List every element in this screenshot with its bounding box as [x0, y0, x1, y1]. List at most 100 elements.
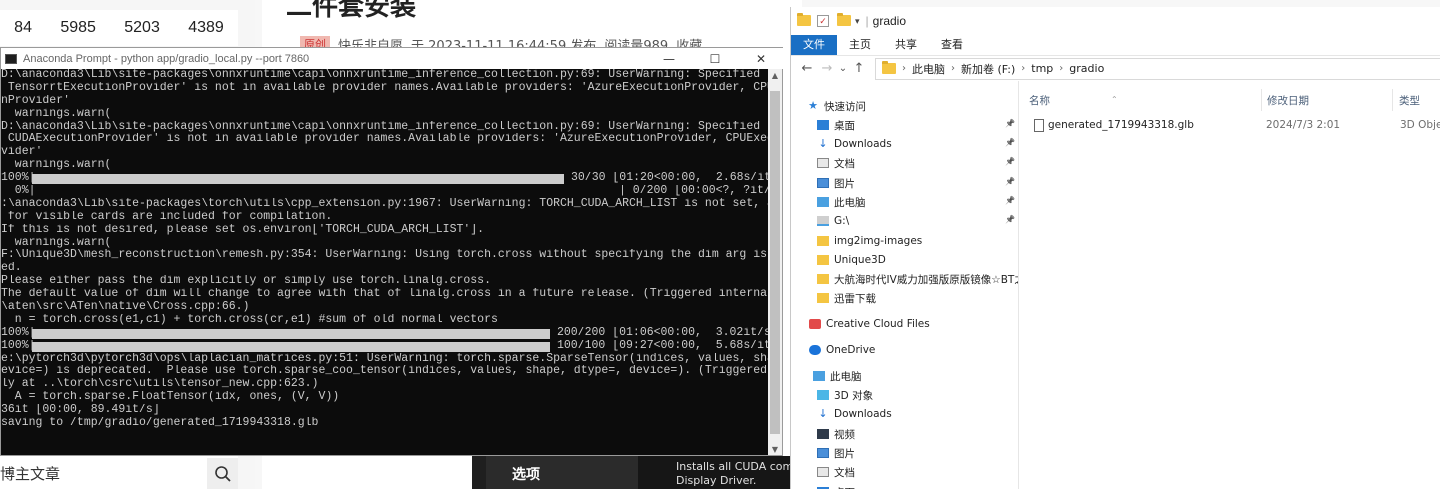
navigation-pane[interactable]: ★ 快速访问桌面 📌 ↓ Downloads 📌 文档 📌 图片 📌 此电脑 📌 G:\ 📌 img2img… — [791, 91, 1018, 489]
breadcrumb-item[interactable]: 此电脑 — [912, 61, 945, 77]
terminal-scrollbar[interactable]: ▲ ▼ — [768, 69, 782, 455]
sidebar-item[interactable]: Unique3D — [817, 251, 886, 269]
tab-view[interactable]: 查看 — [929, 35, 975, 55]
folder-icon — [817, 236, 829, 246]
sidebar-item-label: 迅雷下载 — [834, 292, 876, 305]
breadcrumb-item[interactable]: gradio — [1069, 62, 1104, 75]
terminal-line: :\anaconda3\Lib\site-packages\torch\util… — [1, 197, 769, 210]
terminal-output[interactable]: D:\anaconda3\Lib\site-packages\onnxrunti… — [1, 69, 769, 455]
sidebar-item[interactable]: 桌面 — [817, 116, 855, 134]
quick-access-dropdown-icon[interactable]: ▾ — [855, 16, 860, 27]
sidebar-item[interactable]: 此电脑 — [813, 367, 862, 385]
sidebar-item[interactable]: 迅雷下载 — [817, 289, 876, 307]
chevron-right-icon[interactable]: › — [902, 63, 906, 74]
close-button[interactable]: ✕ — [738, 48, 784, 69]
pin-icon[interactable]: 📌 — [1005, 119, 1015, 128]
terminal-line: 100%| 30/30 [01:20<00:00, 2.68s/it] — [1, 172, 769, 185]
installer-note-line: Display Driver. — [676, 474, 757, 487]
blog-search-label: 博主文章 — [0, 465, 61, 483]
folder-icon — [797, 13, 811, 27]
search-button[interactable] — [207, 458, 238, 489]
file-explorer-window[interactable]: ✓ ▾ | gradio 文件 主页 共享 查看 ← → ⌄ ↑ › 此电脑 ›… — [790, 7, 1440, 489]
scrollbar-thumb[interactable] — [770, 91, 780, 434]
file-list[interactable]: 名称 ⌃ 修改日期 类型 generated_1719943318.glb 20… — [1029, 81, 1440, 489]
column-divider[interactable] — [1261, 89, 1262, 111]
sidebar-item[interactable]: G:\ — [817, 212, 849, 230]
breadcrumb-item[interactable]: 新加卷 (F:) — [961, 61, 1015, 77]
file-name[interactable]: generated_1719943318.glb — [1048, 119, 1194, 131]
properties-icon[interactable]: ✓ — [817, 15, 829, 27]
forward-button[interactable]: → — [817, 61, 837, 76]
sidebar-item[interactable]: 桌面 — [817, 483, 855, 489]
sidebar-item[interactable]: 文档 — [817, 154, 855, 172]
tab-home[interactable]: 主页 — [837, 35, 883, 55]
terminal-titlebar[interactable]: Anaconda Prompt - python app/gradio_loca… — [1, 48, 784, 69]
picture-icon — [817, 448, 829, 458]
explorer-titlebar[interactable]: ✓ ▾ | gradio — [791, 7, 1440, 35]
maximize-button[interactable]: ☐ — [692, 48, 738, 69]
sidebar-item-label: 快速访问 — [824, 100, 866, 113]
minimize-button[interactable]: — — [646, 48, 692, 69]
desktop-icon — [817, 120, 829, 130]
window-controls: — ☐ ✕ — [646, 48, 784, 69]
pin-icon[interactable]: 📌 — [1005, 177, 1015, 186]
sidebar-item-label: Creative Cloud Files — [826, 318, 930, 330]
pin-icon[interactable]: 📌 — [1005, 215, 1015, 224]
terminal-window[interactable]: Anaconda Prompt - python app/gradio_loca… — [0, 47, 784, 456]
tab-share[interactable]: 共享 — [883, 35, 929, 55]
column-header-date[interactable]: 修改日期 — [1267, 93, 1309, 109]
sidebar-item[interactable]: 3D 对象 — [817, 386, 873, 404]
progress-label: 100%| — [1, 339, 36, 352]
file-row[interactable]: generated_1719943318.glb 2024/7/3 2:01 3… — [1029, 115, 1440, 135]
sidebar-item-label: OneDrive — [826, 344, 876, 356]
sidebar-item-label: 桌面 — [834, 119, 855, 132]
pin-icon[interactable]: 📌 — [1005, 196, 1015, 205]
options-tab[interactable]: 选项 — [486, 456, 638, 489]
tab-file[interactable]: 文件 — [791, 35, 837, 55]
sidebar-item[interactable]: 图片 — [817, 174, 855, 192]
sidebar-item[interactable]: ↓ Downloads — [817, 135, 891, 153]
sidebar-item-label: Unique3D — [834, 254, 886, 266]
sidebar-item[interactable]: 图片 — [817, 444, 855, 462]
file-type: 3D Object — [1400, 119, 1440, 131]
3d-objects-icon — [817, 390, 829, 400]
terminal-line: saving to /tmp/gradio/generated_17199433… — [1, 417, 319, 430]
sidebar-item[interactable]: 文档 — [817, 463, 855, 481]
sidebar-item[interactable]: Creative Cloud Files — [809, 315, 930, 333]
sidebar-item-label: 视频 — [834, 428, 855, 441]
sidebar-item[interactable]: 大航海时代IV威力加强版原版镜像☆BT之家 — [817, 270, 1018, 288]
breadcrumb[interactable]: › 此电脑 › 新加卷 (F:) › tmp › gradio — [875, 57, 1440, 80]
column-header-type[interactable]: 类型 — [1399, 93, 1420, 109]
sidebar-item-label: 文档 — [834, 157, 855, 170]
terminal-line: warnings.warn( — [1, 107, 112, 120]
chevron-right-icon[interactable]: › — [1059, 63, 1063, 74]
pc-icon — [817, 197, 829, 207]
terminal-line: F:\Unique3D\mesh_reconstruction\remesh.p… — [1, 249, 769, 262]
terminal-line: \aten\src\ATen\native\Cross.cpp:66.) — [1, 301, 250, 314]
scroll-up-icon[interactable]: ▲ — [768, 69, 782, 81]
sidebar-item-label: 图片 — [834, 177, 855, 190]
back-button[interactable]: ← — [797, 61, 817, 76]
pin-icon[interactable]: 📌 — [1005, 157, 1015, 166]
pin-icon[interactable]: 📌 — [1005, 138, 1015, 147]
chevron-right-icon[interactable]: › — [951, 63, 955, 74]
sidebar-item[interactable]: 此电脑 — [817, 193, 866, 211]
pane-divider[interactable] — [1018, 81, 1019, 489]
recent-locations-button[interactable]: ⌄ — [837, 63, 849, 74]
sidebar-item[interactable]: OneDrive — [809, 341, 875, 359]
column-divider[interactable] — [1392, 89, 1393, 111]
column-header-name[interactable]: 名称 ⌃ — [1029, 93, 1118, 109]
sidebar-item[interactable]: ★ 快速访问 — [807, 97, 866, 115]
sidebar-item[interactable]: ↓ Downloads — [817, 405, 891, 423]
sidebar-item[interactable]: img2img-images — [817, 232, 922, 250]
up-button[interactable]: ↑ — [849, 61, 869, 76]
breadcrumb-item[interactable]: tmp — [1031, 62, 1053, 75]
terminal-line: e:\pytorch3d\pytorch3d\ops\laplacian_mat… — [1, 352, 769, 365]
terminal-line: evice=) is deprecated. Please use torch.… — [1, 365, 769, 378]
sidebar-item[interactable]: 视频 — [817, 425, 855, 443]
progress-label: 100%| — [1, 172, 36, 185]
chevron-right-icon[interactable]: › — [1021, 63, 1025, 74]
new-folder-icon[interactable] — [837, 13, 851, 27]
terminal-line: nProvider' — [1, 94, 71, 107]
scroll-down-icon[interactable]: ▼ — [768, 443, 782, 455]
